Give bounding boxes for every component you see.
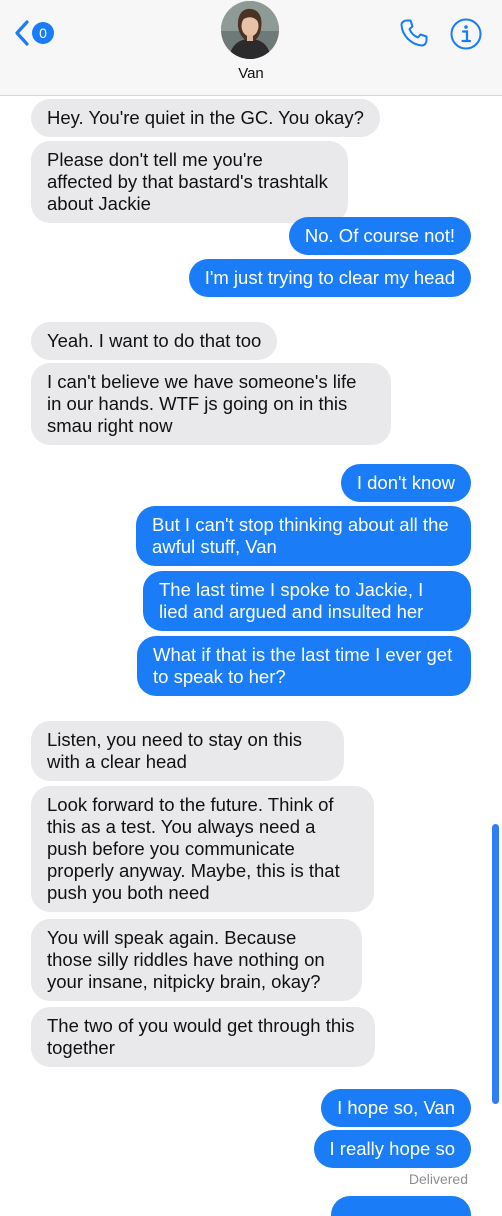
- message-incoming[interactable]: The two of you would get through this to…: [31, 1007, 375, 1067]
- message-incoming[interactable]: Listen, you need to stay on this with a …: [31, 721, 344, 781]
- message-outgoing[interactable]: The last time I spoke to Jackie, I lied …: [143, 571, 471, 631]
- info-icon: [450, 18, 482, 50]
- message-outgoing[interactable]: No. Of course not!: [288, 217, 471, 255]
- message-outgoing[interactable]: What if that is the last time I ever get…: [137, 636, 471, 696]
- delivered-status: Delivered: [408, 1171, 468, 1187]
- message-incoming[interactable]: Please don't tell me you're affected by …: [31, 141, 348, 223]
- message-outgoing[interactable]: I'm just trying to clear my head: [188, 259, 471, 297]
- message-outgoing[interactable]: But I can't stop thinking about all the …: [136, 506, 471, 566]
- message-incoming[interactable]: Yeah. I want to do that too: [31, 322, 278, 360]
- unread-count-badge: 0: [32, 22, 54, 44]
- message-outgoing-partial[interactable]: [331, 1196, 471, 1216]
- message-outgoing[interactable]: I don't know: [340, 464, 471, 502]
- message-incoming[interactable]: Hey. You're quiet in the GC. You okay?: [31, 99, 380, 137]
- contact-avatar[interactable]: [221, 1, 279, 59]
- contact-name[interactable]: Van: [0, 65, 502, 82]
- message-outgoing[interactable]: I really hope so: [313, 1130, 471, 1168]
- message-incoming[interactable]: Look forward to the future. Think of thi…: [31, 786, 374, 912]
- back-button[interactable]: 0: [14, 18, 54, 48]
- conversation-header: 0 Van: [0, 0, 502, 96]
- call-button[interactable]: [398, 17, 430, 54]
- phone-icon: [400, 19, 428, 47]
- scroll-indicator[interactable]: [492, 824, 499, 1104]
- message-incoming[interactable]: You will speak again. Because those sill…: [31, 919, 362, 1001]
- avatar-image: [221, 1, 279, 59]
- message-thread: Hey. You're quiet in the GC. You okay? P…: [0, 96, 502, 1216]
- message-outgoing[interactable]: I hope so, Van: [321, 1089, 471, 1127]
- message-incoming[interactable]: I can't believe we have someone's life i…: [31, 363, 391, 445]
- back-chevron-icon: [15, 20, 29, 46]
- info-button[interactable]: [449, 17, 483, 56]
